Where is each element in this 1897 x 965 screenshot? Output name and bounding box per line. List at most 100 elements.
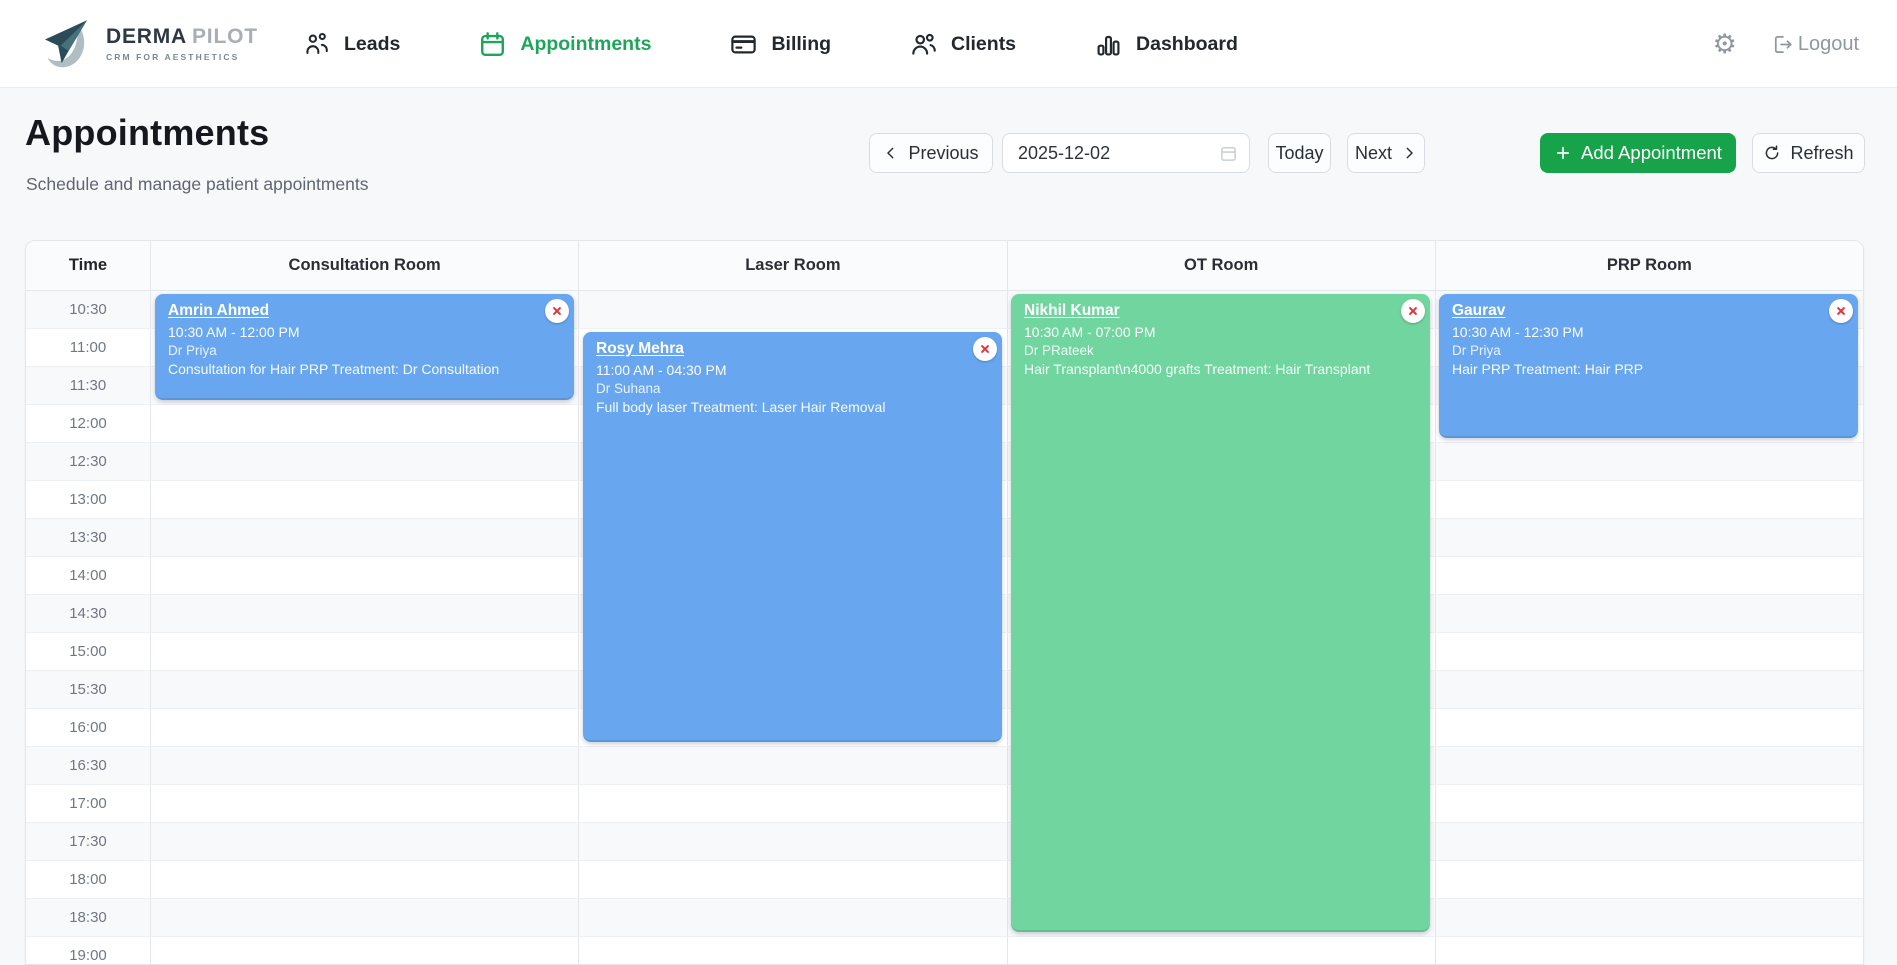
time-slot-cell[interactable]	[151, 519, 579, 556]
time-label: 13:30	[26, 519, 151, 556]
refresh-button[interactable]: Refresh	[1752, 133, 1865, 173]
time-slot-cell[interactable]	[579, 291, 1007, 328]
appointment-patient-name: Amrin Ahmed	[168, 302, 562, 320]
time-slot-cell[interactable]	[579, 861, 1007, 898]
time-label: 10:30	[26, 291, 151, 328]
nav-item-clients[interactable]: Clients	[909, 30, 1016, 59]
time-row: 16:30	[26, 747, 1863, 785]
brand-name: DERMAPILOT	[106, 25, 258, 49]
time-slot-cell[interactable]	[151, 481, 579, 518]
time-slot-cell[interactable]	[1436, 519, 1863, 556]
nav-right-actions: ⚙ Logout	[1713, 0, 1859, 88]
nav-item-dashboard[interactable]: Dashboard	[1094, 30, 1238, 59]
time-slot-cell[interactable]	[151, 671, 579, 708]
logout-button[interactable]: Logout	[1771, 33, 1859, 56]
time-slot-cell[interactable]	[151, 861, 579, 898]
time-slot-cell[interactable]	[151, 443, 579, 480]
nav-item-label: Dashboard	[1136, 33, 1238, 56]
time-label: 15:30	[26, 671, 151, 708]
appointment-close-button[interactable]	[973, 337, 997, 361]
time-slot-cell[interactable]	[579, 747, 1007, 784]
today-button[interactable]: Today	[1268, 133, 1331, 173]
appointment-close-button[interactable]	[1401, 299, 1425, 323]
nav-item-billing[interactable]: Billing	[729, 30, 831, 59]
appointment-patient-name: Gaurav	[1452, 302, 1846, 320]
time-slot-cell[interactable]	[579, 899, 1007, 936]
time-slot-cell[interactable]	[579, 937, 1007, 965]
next-day-button[interactable]: Next	[1347, 133, 1425, 173]
time-column-header: Time	[26, 241, 151, 290]
date-picker	[1002, 133, 1250, 173]
time-label: 16:30	[26, 747, 151, 784]
time-slot-cell[interactable]	[1436, 861, 1863, 898]
users-icon	[909, 30, 938, 59]
time-slot-cell[interactable]	[1436, 823, 1863, 860]
date-input[interactable]	[1002, 133, 1250, 173]
time-slot-cell[interactable]	[1436, 747, 1863, 784]
time-row: 17:30	[26, 823, 1863, 861]
time-label: 18:30	[26, 899, 151, 936]
appointment-card[interactable]: Nikhil Kumar10:30 AM - 07:00 PMDr PRatee…	[1011, 294, 1430, 932]
room-column-header: Consultation Room	[151, 241, 579, 290]
main-nav: Leads Appointments Billing	[302, 0, 1238, 88]
time-slot-cell[interactable]	[579, 823, 1007, 860]
time-slot-cell[interactable]	[151, 595, 579, 632]
time-slot-cell[interactable]	[151, 937, 579, 965]
appointment-treatment: Full body laser Treatment: Laser Hair Re…	[596, 399, 990, 415]
time-label: 16:00	[26, 709, 151, 746]
appointment-treatment: Consultation for Hair PRP Treatment: Dr …	[168, 361, 562, 377]
appointment-card[interactable]: Gaurav10:30 AM - 12:30 PMDr PriyaHair PR…	[1439, 294, 1858, 438]
time-slot-cell[interactable]	[1436, 899, 1863, 936]
refresh-label: Refresh	[1790, 143, 1853, 164]
nav-item-appointments[interactable]: Appointments	[478, 30, 651, 59]
time-slot-cell[interactable]	[151, 405, 579, 442]
appointment-card[interactable]: Amrin Ahmed10:30 AM - 12:00 PMDr PriyaCo…	[155, 294, 574, 400]
previous-day-button[interactable]: Previous	[869, 133, 993, 173]
time-label: 11:30	[26, 367, 151, 404]
time-slot-cell[interactable]	[1436, 709, 1863, 746]
time-slot-cell[interactable]	[151, 633, 579, 670]
brand-tagline: CRM FOR AESTHETICS	[106, 52, 258, 62]
time-slot-cell[interactable]	[151, 557, 579, 594]
time-slot-cell[interactable]	[151, 709, 579, 746]
time-label: 15:00	[26, 633, 151, 670]
time-slot-cell[interactable]	[1436, 937, 1863, 965]
time-row: 18:00	[26, 861, 1863, 899]
time-slot-cell[interactable]	[1436, 633, 1863, 670]
gear-icon[interactable]: ⚙	[1713, 31, 1737, 58]
appointment-close-button[interactable]	[1829, 299, 1853, 323]
appointments-calendar: Time Consultation Room Laser Room OT Roo…	[25, 240, 1864, 965]
credit-card-icon	[729, 30, 758, 59]
paper-plane-logo-icon	[38, 15, 94, 71]
time-label: 18:00	[26, 861, 151, 898]
appointment-treatment: Hair PRP Treatment: Hair PRP	[1452, 361, 1846, 377]
time-slot-cell[interactable]	[151, 823, 579, 860]
time-slot-cell[interactable]	[151, 899, 579, 936]
time-slot-cell[interactable]	[151, 747, 579, 784]
time-slot-cell[interactable]	[1008, 937, 1436, 965]
time-label: 12:00	[26, 405, 151, 442]
time-row: 17:00	[26, 785, 1863, 823]
time-slot-cell[interactable]	[1436, 785, 1863, 822]
appointment-time-range: 10:30 AM - 12:30 PM	[1452, 324, 1846, 340]
appointment-patient-name: Rosy Mehra	[596, 340, 990, 358]
appointment-card[interactable]: Rosy Mehra11:00 AM - 04:30 PMDr SuhanaFu…	[583, 332, 1002, 742]
nav-item-leads[interactable]: Leads	[302, 30, 400, 59]
top-nav: DERMAPILOT CRM FOR AESTHETICS Leads Appo…	[0, 0, 1897, 88]
time-slot-cell[interactable]	[151, 785, 579, 822]
nav-item-label: Leads	[344, 33, 400, 56]
plus-icon	[1554, 144, 1572, 162]
page-subtitle: Schedule and manage patient appointments	[26, 174, 368, 195]
time-slot-cell[interactable]	[1436, 671, 1863, 708]
time-slot-cell[interactable]	[1436, 481, 1863, 518]
add-appointment-button[interactable]: Add Appointment	[1540, 133, 1736, 173]
refresh-icon	[1763, 144, 1781, 162]
brand-logo: DERMAPILOT CRM FOR AESTHETICS	[38, 15, 258, 71]
appointment-close-button[interactable]	[545, 299, 569, 323]
time-row: 18:30	[26, 899, 1863, 937]
logout-label: Logout	[1798, 33, 1859, 56]
time-slot-cell[interactable]	[1436, 595, 1863, 632]
time-slot-cell[interactable]	[1436, 557, 1863, 594]
time-slot-cell[interactable]	[1436, 443, 1863, 480]
time-slot-cell[interactable]	[579, 785, 1007, 822]
